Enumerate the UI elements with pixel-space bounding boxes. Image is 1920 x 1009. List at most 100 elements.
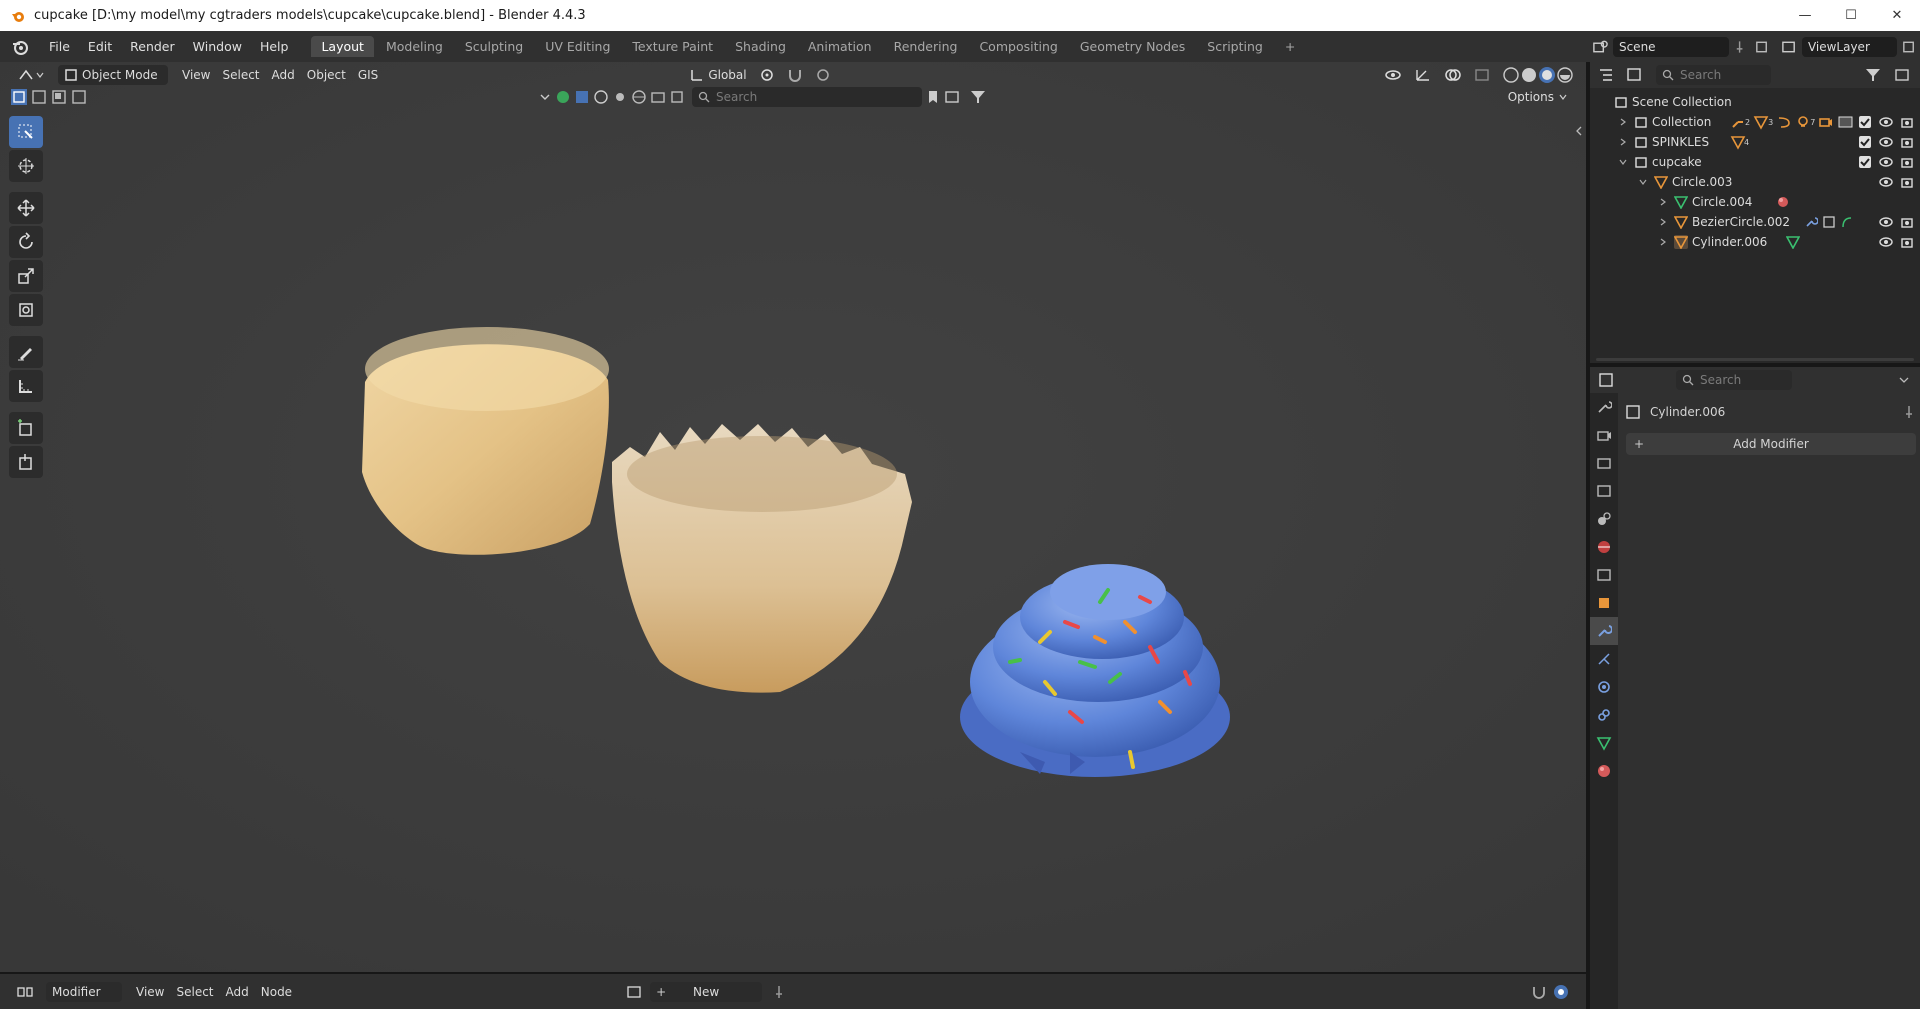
eye-icon[interactable] — [1878, 155, 1894, 169]
wrench-icon[interactable] — [1804, 215, 1818, 229]
cupcake-cake-object[interactable] — [362, 327, 609, 555]
area-divider[interactable] — [1590, 363, 1920, 367]
select-intersect-icon[interactable] — [70, 88, 88, 106]
bookmark-icon[interactable] — [925, 89, 941, 105]
visible-all-icon[interactable] — [574, 89, 590, 105]
checkbox-icon[interactable] — [1858, 155, 1872, 169]
outliner-row-collection[interactable]: Collection 2 3 7 — [1590, 112, 1920, 132]
close-button[interactable]: ✕ — [1874, 0, 1920, 31]
mesh-data-icon[interactable] — [1786, 235, 1800, 249]
node-group-browse-button[interactable] — [620, 982, 650, 1002]
solid-shading-icon[interactable] — [1520, 66, 1538, 84]
eye-icon[interactable] — [1878, 135, 1894, 149]
viewport-menu-object[interactable]: Object — [301, 65, 352, 85]
add-cube-tool[interactable] — [9, 412, 43, 444]
tab-render[interactable] — [1590, 421, 1618, 449]
add-modifier-button[interactable]: + Add Modifier — [1626, 433, 1916, 455]
chevron-right-icon[interactable] — [1618, 137, 1628, 147]
tab-view-layer[interactable] — [1590, 477, 1618, 505]
measure-tool[interactable] — [9, 370, 43, 402]
node-menu-view[interactable]: View — [130, 982, 170, 1002]
tab-constraints[interactable] — [1590, 701, 1618, 729]
constraint-icon[interactable] — [1822, 215, 1836, 229]
checkbox-icon[interactable] — [1858, 135, 1872, 149]
sidebar-toggle-icon[interactable] — [1574, 126, 1584, 136]
pivot-point-button[interactable] — [753, 65, 781, 85]
tab-data[interactable] — [1590, 729, 1618, 757]
camera-icon[interactable] — [1900, 135, 1914, 149]
tab-material[interactable] — [1590, 757, 1618, 785]
scale-tool[interactable] — [9, 260, 43, 292]
viewport-menu-gis[interactable]: GIS — [352, 65, 384, 85]
curve-icon[interactable] — [1776, 114, 1792, 130]
eye-icon[interactable] — [1878, 175, 1894, 189]
properties-editor-icon[interactable] — [1598, 372, 1622, 388]
tab-scripting[interactable]: Scripting — [1197, 36, 1273, 57]
filter-icon[interactable] — [1864, 67, 1888, 83]
viewport-menu-add[interactable]: Add — [266, 65, 301, 85]
node-menu-node[interactable]: Node — [255, 982, 298, 1002]
select-extend-icon[interactable] — [30, 88, 48, 106]
tab-texture-paint[interactable]: Texture Paint — [622, 36, 723, 57]
tab-shading[interactable]: Shading — [725, 36, 796, 57]
camera-icon[interactable] — [1900, 155, 1914, 169]
rendered-shading-icon[interactable] — [1556, 66, 1574, 84]
outliner-search-field[interactable]: Search — [1656, 65, 1771, 85]
chevron-down-icon[interactable] — [1898, 374, 1910, 386]
outliner-row-spinkles[interactable]: SPINKLES 4 — [1590, 132, 1920, 152]
menu-render[interactable]: Render — [121, 39, 184, 54]
eye-icon[interactable] — [1878, 235, 1894, 249]
display-mode-icon[interactable] — [1626, 67, 1648, 83]
viewport-menu-view[interactable]: View — [176, 65, 216, 85]
render-result-icon[interactable] — [1837, 114, 1855, 130]
tab-particles[interactable] — [1590, 645, 1618, 673]
select-subtract-icon[interactable] — [50, 88, 68, 106]
new-scene-icon[interactable] — [1754, 39, 1769, 55]
tab-geometry-nodes[interactable]: Geometry Nodes — [1070, 36, 1195, 57]
viewport-scene[interactable] — [0, 62, 1586, 974]
options-dropdown[interactable]: Options — [1502, 87, 1574, 107]
select-new-icon[interactable] — [10, 88, 28, 106]
camera-icon[interactable] — [1818, 114, 1834, 130]
menu-file[interactable]: File — [40, 39, 79, 54]
view-layer-icon[interactable] — [1781, 39, 1798, 55]
checkbox-icon[interactable] — [1858, 115, 1872, 129]
wireframe-shading-icon[interactable] — [1502, 66, 1520, 84]
mode-dropdown[interactable]: Object Mode — [58, 65, 168, 85]
add-workspace-button[interactable]: + — [1275, 36, 1305, 57]
maximize-button[interactable]: ☐ — [1828, 0, 1874, 31]
transform-tool[interactable] — [9, 294, 43, 326]
rotate-tool[interactable] — [9, 226, 43, 258]
chevron-right-icon[interactable] — [1618, 117, 1628, 127]
eye-icon[interactable] — [1878, 215, 1894, 229]
overlay-icon[interactable] — [1552, 983, 1570, 1001]
scene-icon[interactable] — [1592, 39, 1609, 55]
node-menu-add[interactable]: Add — [220, 982, 255, 1002]
tab-tool[interactable] — [1590, 393, 1618, 421]
menu-window[interactable]: Window — [184, 39, 251, 54]
tab-object[interactable] — [1590, 589, 1618, 617]
view-layer-field[interactable]: ViewLayer — [1801, 36, 1897, 57]
layers-icon[interactable] — [944, 89, 966, 105]
other-filter-icon[interactable] — [669, 89, 685, 105]
camera-icon[interactable] — [1900, 175, 1914, 189]
chevron-down-icon[interactable] — [538, 90, 552, 104]
select-box-tool[interactable] — [9, 116, 43, 148]
tab-modifiers[interactable] — [1590, 617, 1618, 645]
snap-button[interactable] — [781, 65, 809, 85]
camera-icon[interactable] — [1900, 235, 1914, 249]
extrude-tool[interactable] — [9, 446, 43, 478]
curve-data-icon[interactable] — [1840, 215, 1854, 229]
tab-uv-editing[interactable]: UV Editing — [535, 36, 620, 57]
filter-color-icon[interactable] — [555, 89, 571, 105]
new-node-group-button[interactable]: + New — [650, 981, 763, 1002]
move-tool[interactable] — [9, 192, 43, 224]
proportional-edit-button[interactable] — [809, 65, 837, 85]
camera-filter-icon[interactable] — [650, 89, 666, 105]
tab-compositing[interactable]: Compositing — [969, 36, 1067, 57]
armature-icon[interactable] — [1730, 114, 1746, 130]
node-editor-type-button[interactable] — [10, 982, 40, 1002]
chevron-right-icon[interactable] — [1658, 237, 1668, 247]
sphere-icon[interactable] — [593, 89, 609, 105]
scene-field[interactable]: Scene — [1612, 36, 1729, 57]
